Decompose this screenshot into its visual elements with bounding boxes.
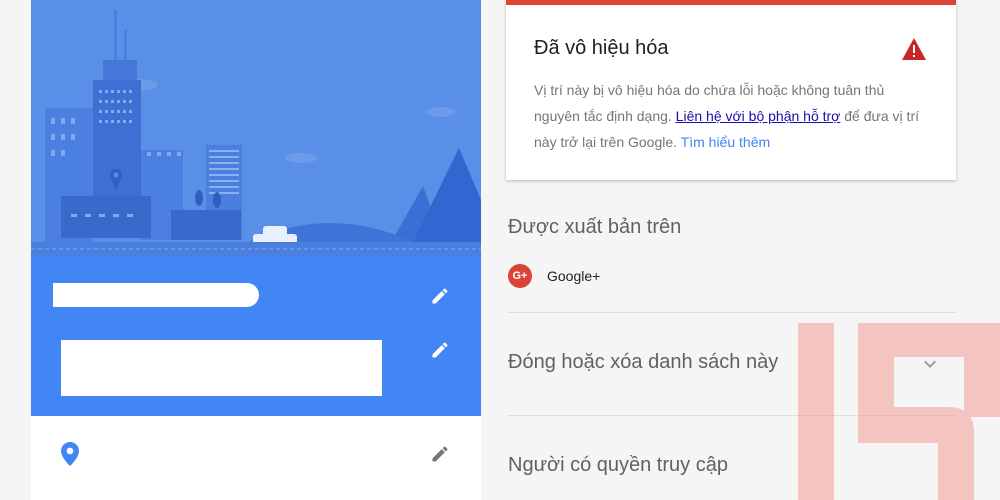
alert-message: Vị trí này bị vô hiệu hóa do chứa lỗi ho… [534, 77, 934, 155]
watermark-logo [798, 323, 1000, 500]
platform-label: Google+ [547, 268, 601, 284]
address-row [31, 416, 481, 500]
warning-icon [902, 38, 926, 60]
pencil-icon [432, 446, 448, 462]
published-on-title: Được xuất bản trên [508, 216, 682, 238]
published-platform-item: G+ Google+ [508, 263, 600, 289]
edit-name-button[interactable] [428, 284, 452, 308]
close-or-delete-listing-toggle[interactable]: Đóng hoặc xóa danh sách này [508, 351, 778, 374]
pencil-icon [432, 288, 448, 304]
alert-title: Đã vô hiệu hóa [534, 37, 669, 59]
people-with-access-title: Người có quyền truy cập [508, 454, 728, 476]
business-name-redacted [53, 283, 259, 307]
cityscape-illustration [31, 0, 481, 256]
google-plus-icon: G+ [508, 264, 532, 288]
listing-info-panel [31, 256, 481, 416]
location-pin-icon [61, 442, 79, 466]
edit-category-button[interactable] [428, 338, 452, 362]
pencil-icon [432, 342, 448, 358]
listing-card [31, 0, 481, 500]
disabled-alert-card: Đã vô hiệu hóa Vị trí này bị vô hiệu hóa… [506, 0, 956, 180]
divider [508, 312, 956, 313]
contact-support-link[interactable]: Liên hệ với bộ phận hỗ trợ [676, 108, 841, 124]
edit-address-button[interactable] [428, 442, 452, 466]
business-category-redacted [61, 340, 382, 396]
learn-more-link[interactable]: Tìm hiểu thêm [681, 134, 770, 150]
